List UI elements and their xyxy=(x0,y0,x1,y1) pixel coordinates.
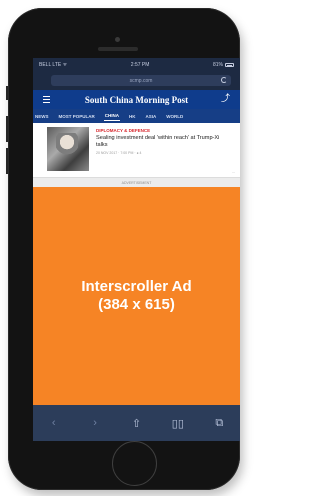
tab-news[interactable]: NEWS xyxy=(34,112,50,121)
bookmarks-icon[interactable]: ▯▯ xyxy=(166,417,190,430)
more-indicator: ... xyxy=(231,169,235,174)
battery-icon xyxy=(225,63,234,67)
ad-title: Interscroller Ad xyxy=(81,278,192,295)
ad-caption: Interscroller Ad (384 x 615) xyxy=(81,278,191,314)
share-sheet-icon[interactable]: ⇧ xyxy=(124,417,148,430)
home-button[interactable] xyxy=(112,441,157,486)
clock: 2:57 PM xyxy=(130,62,150,68)
camera-icon xyxy=(115,37,120,42)
article-card[interactable]: DIPLOMACY & DEFENCE Sealing investment d… xyxy=(33,123,240,177)
url-field[interactable]: scmp.com xyxy=(51,75,231,86)
battery-percent: 81% xyxy=(212,62,223,68)
speaker-grille xyxy=(98,47,138,51)
tab-hk[interactable]: HK xyxy=(128,112,137,121)
volume-down-button xyxy=(6,148,8,174)
tab-world[interactable]: WORLD xyxy=(165,112,184,121)
url-text: scmp.com xyxy=(129,77,153,84)
article-meta: 20 NOV 2017 · 7:00 PM · ● 4 xyxy=(96,151,142,155)
tab-china[interactable]: CHINA xyxy=(103,111,121,121)
phone-screen: BELL LTE ᯤ 2:57 PM 81% scmp.com South Ch… xyxy=(33,58,240,441)
forward-icon[interactable]: › xyxy=(83,417,107,429)
article-headline[interactable]: Sealing investment deal 'within reach' a… xyxy=(96,135,226,148)
browser-address-bar: scmp.com xyxy=(33,72,240,90)
tab-most-popular[interactable]: MOST POPULAR xyxy=(58,112,96,121)
site-header: South China Morning Post ⤴ xyxy=(33,90,240,109)
browser-toolbar: ‹ › ⇧ ▯▯ ⧉ xyxy=(33,405,240,441)
back-icon[interactable]: ‹ xyxy=(42,417,66,429)
share-icon[interactable]: ⤴ xyxy=(221,94,230,103)
mute-switch xyxy=(6,86,8,100)
site-logo[interactable]: South China Morning Post xyxy=(33,95,240,105)
tab-asia[interactable]: ASIA xyxy=(145,112,158,121)
carrier-label: BELL LTE ᯤ xyxy=(39,62,68,68)
battery-status: 81% xyxy=(213,62,234,68)
section-tabs: NEWS MOST POPULAR CHINA HK ASIA WORLD xyxy=(33,109,240,123)
interscroller-ad[interactable]: Interscroller Ad (384 x 615) xyxy=(33,187,240,405)
status-bar: BELL LTE ᯤ 2:57 PM 81% xyxy=(33,58,240,72)
reload-icon[interactable] xyxy=(221,77,227,83)
ad-size: (384 x 615) xyxy=(98,296,175,313)
volume-up-button xyxy=(6,116,8,142)
article-thumbnail[interactable] xyxy=(47,127,89,171)
tabs-icon[interactable]: ⧉ xyxy=(207,417,231,430)
article-kicker: DIPLOMACY & DEFENCE xyxy=(96,128,151,133)
